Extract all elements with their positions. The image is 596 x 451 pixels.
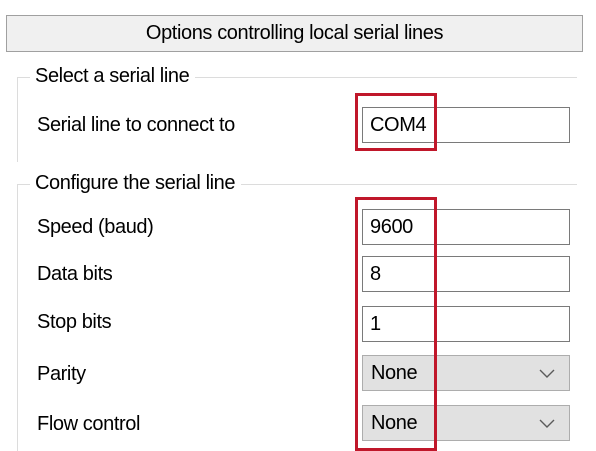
serial-line-input-value: COM4	[370, 113, 427, 136]
data-bits-label: Data bits	[37, 263, 113, 285]
section-header: Options controlling local serial lines	[6, 15, 583, 52]
chevron-down-icon	[539, 419, 555, 428]
stop-bits-input[interactable]: 1	[362, 306, 570, 342]
stop-bits-input-value: 1	[370, 312, 381, 335]
stop-bits-label: Stop bits	[37, 311, 112, 333]
serial-line-input[interactable]: COM4	[362, 107, 570, 143]
flow-control-select-value: None	[371, 411, 418, 434]
speed-input-value: 9600	[370, 215, 413, 238]
section-header-title: Options controlling local serial lines	[145, 22, 444, 44]
data-bits-input-value: 8	[370, 262, 381, 285]
speed-input[interactable]: 9600	[362, 209, 570, 245]
parity-select[interactable]: None	[362, 355, 570, 391]
flow-control-label: Flow control	[37, 413, 141, 435]
parity-select-value: None	[371, 361, 418, 384]
configure-serial-line-group-title: Configure the serial line	[30, 169, 242, 197]
serial-line-label: Serial line to connect to	[37, 114, 235, 136]
chevron-down-icon	[539, 369, 555, 378]
flow-control-select[interactable]: None	[362, 405, 570, 441]
select-serial-line-group-title: Select a serial line	[30, 62, 196, 90]
parity-label: Parity	[37, 363, 86, 385]
data-bits-input[interactable]: 8	[362, 256, 570, 292]
speed-label: Speed (baud)	[37, 216, 154, 238]
